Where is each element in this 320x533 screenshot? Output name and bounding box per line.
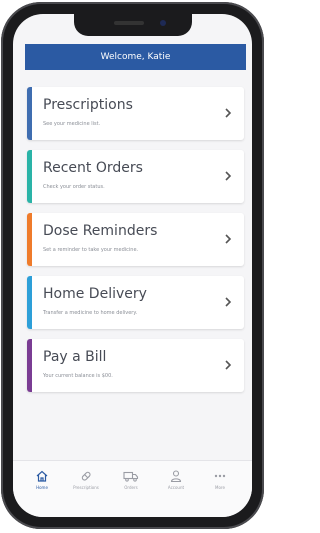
tab-label: Home <box>36 485 48 490</box>
tab-account[interactable]: Account <box>159 469 193 490</box>
card-prescriptions[interactable]: Prescriptions See your medicine list. <box>27 87 244 140</box>
tab-orders[interactable]: Orders <box>114 469 148 490</box>
chevron-right-icon <box>225 108 232 118</box>
phone-frame: Welcome, Katie Prescriptions See your me… <box>1 2 264 529</box>
chevron-right-icon <box>225 297 232 307</box>
card-accent-bar <box>27 339 32 392</box>
welcome-header: Welcome, Katie <box>25 44 246 70</box>
tab-label: Orders <box>124 485 138 490</box>
card-accent-bar <box>27 87 32 140</box>
app-screen: Welcome, Katie Prescriptions See your me… <box>13 14 252 517</box>
tab-label: More <box>215 485 225 490</box>
card-subtitle: Transfer a medicine to home delivery. <box>43 310 138 316</box>
tab-label: Prescriptions <box>73 485 99 490</box>
more-icon <box>214 474 226 478</box>
card-recent-orders[interactable]: Recent Orders Check your order status. <box>27 150 244 203</box>
truck-icon <box>123 471 139 482</box>
card-title: Home Delivery <box>43 286 147 302</box>
card-accent-bar <box>27 150 32 203</box>
card-title: Dose Reminders <box>43 223 158 239</box>
card-title: Prescriptions <box>43 97 133 113</box>
home-icon <box>36 470 48 482</box>
card-title: Recent Orders <box>43 160 143 176</box>
chevron-right-icon <box>225 234 232 244</box>
card-subtitle: Check your order status. <box>43 184 105 190</box>
card-accent-bar <box>27 276 32 329</box>
card-pay-a-bill[interactable]: Pay a Bill Your current balance is $00. <box>27 339 244 392</box>
card-subtitle: See your medicine list. <box>43 121 101 127</box>
tab-prescriptions[interactable]: Prescriptions <box>69 469 103 490</box>
chevron-right-icon <box>225 171 232 181</box>
pill-icon <box>81 471 91 481</box>
chevron-right-icon <box>225 360 232 370</box>
tab-label: Account <box>167 485 185 490</box>
card-dose-reminders[interactable]: Dose Reminders Set a reminder to take yo… <box>27 213 244 266</box>
speaker-grille <box>113 21 144 25</box>
tab-more[interactable]: More <box>203 469 237 490</box>
card-title: Pay a Bill <box>43 349 107 365</box>
card-subtitle: Your current balance is $00. <box>43 373 113 379</box>
front-camera <box>159 20 166 26</box>
card-accent-bar <box>27 213 32 266</box>
phone-notch <box>73 14 192 36</box>
bottom-tab-bar: Home Prescriptions Orders Account More <box>13 460 252 517</box>
welcome-title: Welcome, Katie <box>100 52 171 62</box>
tab-home[interactable]: Home <box>25 469 59 490</box>
card-subtitle: Set a reminder to take your medicine. <box>43 247 139 253</box>
card-home-delivery[interactable]: Home Delivery Transfer a medicine to hom… <box>27 276 244 329</box>
menu-card-list: Prescriptions See your medicine list. Re… <box>27 87 244 402</box>
user-icon <box>170 470 182 483</box>
